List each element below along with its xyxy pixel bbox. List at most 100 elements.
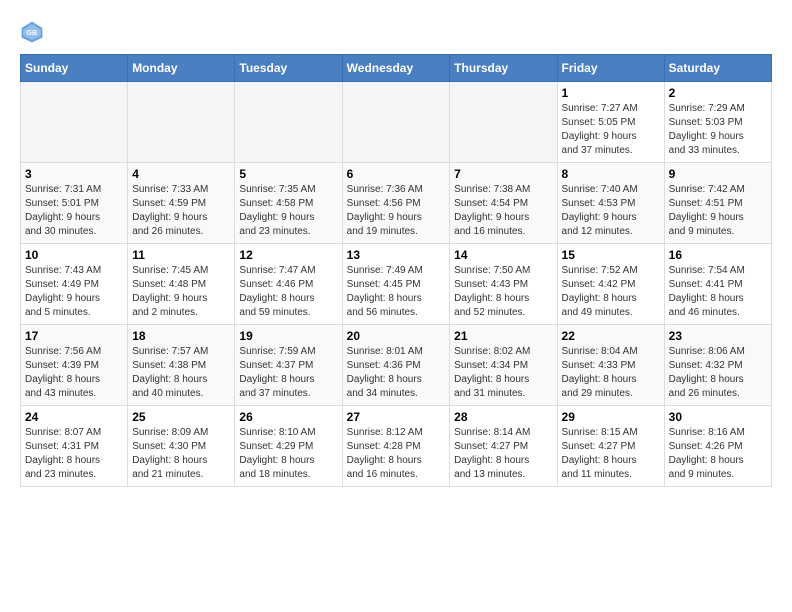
- calendar-cell: 2 Sunrise: 7:29 AM Sunset: 5:03 PM Daylig…: [664, 82, 771, 163]
- calendar-cell: [235, 82, 342, 163]
- calendar-cell: 21 Sunrise: 8:02 AM Sunset: 4:34 PM Dayli…: [450, 325, 557, 406]
- header: GB: [20, 20, 772, 44]
- day-number: 17: [25, 329, 123, 343]
- day-number: 30: [669, 410, 767, 424]
- logo: GB: [20, 20, 48, 44]
- calendar-cell: 20Sunrise: 8:01 AM Sunset: 4:36 PM Dayli…: [342, 325, 450, 406]
- day-info: Sunrise: 8:10 AM Sunset: 4:29 PM Dayligh…: [239, 426, 337, 482]
- day-info: Sunrise: 7:56 AM Sunset: 4:39 PM Dayligh…: [25, 345, 123, 401]
- calendar-cell: 13 Sunrise: 7:49 AM Sunset: 4:45 PM Dayli…: [342, 244, 450, 325]
- day-number: 29: [562, 410, 660, 424]
- day-number: 14: [454, 248, 552, 262]
- day-info: Sunrise: 8:12 AM Sunset: 4:28 PM Dayligh…: [347, 426, 446, 482]
- calendar-cell: [128, 82, 235, 163]
- calendar-cell: 5Sunrise: 7:35 AM Sunset: 4:58 PM Daylig…: [235, 163, 342, 244]
- calendar-cell: 28 Sunrise: 8:14 AM Sunset: 4:27 PM Dayli…: [450, 406, 557, 487]
- day-info: Sunrise: 7:47 AM Sunset: 4:46 PM Dayligh…: [239, 264, 337, 320]
- svg-text:GB: GB: [26, 28, 37, 37]
- day-info: Sunrise: 8:16 AM Sunset: 4:26 PM Dayligh…: [669, 426, 767, 482]
- calendar-cell: 6 Sunrise: 7:36 AM Sunset: 4:56 PM Daylig…: [342, 163, 450, 244]
- day-info: Sunrise: 8:14 AM Sunset: 4:27 PM Dayligh…: [454, 426, 552, 482]
- day-info: Sunrise: 7:33 AM Sunset: 4:59 PM Dayligh…: [132, 183, 230, 239]
- day-number: 26: [239, 410, 337, 424]
- calendar-cell: 4 Sunrise: 7:33 AM Sunset: 4:59 PM Daylig…: [128, 163, 235, 244]
- day-number: 19: [239, 329, 337, 343]
- day-info: Sunrise: 7:40 AM Sunset: 4:53 PM Dayligh…: [562, 183, 660, 239]
- calendar-cell: 15 Sunrise: 7:52 AM Sunset: 4:42 PM Dayli…: [557, 244, 664, 325]
- day-info: Sunrise: 8:07 AM Sunset: 4:31 PM Dayligh…: [25, 426, 123, 482]
- weekday-header-thursday: Thursday: [450, 55, 557, 82]
- calendar-cell: 14 Sunrise: 7:50 AM Sunset: 4:43 PM Dayli…: [450, 244, 557, 325]
- day-number: 24: [25, 410, 123, 424]
- calendar-cell: 16 Sunrise: 7:54 AM Sunset: 4:41 PM Dayli…: [664, 244, 771, 325]
- calendar: SundayMondayTuesdayWednesdayThursdayFrid…: [20, 54, 772, 487]
- calendar-cell: [450, 82, 557, 163]
- calendar-cell: 24 Sunrise: 8:07 AM Sunset: 4:31 PM Dayli…: [21, 406, 128, 487]
- day-info: Sunrise: 7:45 AM Sunset: 4:48 PM Dayligh…: [132, 264, 230, 320]
- day-number: 22: [562, 329, 660, 343]
- day-info: Sunrise: 7:27 AM Sunset: 5:05 PM Dayligh…: [562, 102, 660, 158]
- weekday-header-saturday: Saturday: [664, 55, 771, 82]
- day-number: 10: [25, 248, 123, 262]
- week-row-4: 17 Sunrise: 7:56 AM Sunset: 4:39 PM Dayli…: [21, 325, 772, 406]
- week-row-5: 24 Sunrise: 8:07 AM Sunset: 4:31 PM Dayli…: [21, 406, 772, 487]
- week-row-1: 1 Sunrise: 7:27 AM Sunset: 5:05 PM Daylig…: [21, 82, 772, 163]
- day-info: Sunrise: 7:57 AM Sunset: 4:38 PM Dayligh…: [132, 345, 230, 401]
- day-number: 15: [562, 248, 660, 262]
- day-number: 18: [132, 329, 230, 343]
- day-info: Sunrise: 8:02 AM Sunset: 4:34 PM Dayligh…: [454, 345, 552, 401]
- calendar-cell: [21, 82, 128, 163]
- weekday-header-sunday: Sunday: [21, 55, 128, 82]
- day-info: Sunrise: 8:15 AM Sunset: 4:27 PM Dayligh…: [562, 426, 660, 482]
- day-number: 21: [454, 329, 552, 343]
- day-info: Sunrise: 8:04 AM Sunset: 4:33 PM Dayligh…: [562, 345, 660, 401]
- day-number: 25: [132, 410, 230, 424]
- day-number: 16: [669, 248, 767, 262]
- day-info: Sunrise: 7:43 AM Sunset: 4:49 PM Dayligh…: [25, 264, 123, 320]
- day-info: Sunrise: 7:50 AM Sunset: 4:43 PM Dayligh…: [454, 264, 552, 320]
- calendar-cell: 12 Sunrise: 7:47 AM Sunset: 4:46 PM Dayli…: [235, 244, 342, 325]
- calendar-cell: 22 Sunrise: 8:04 AM Sunset: 4:33 PM Dayli…: [557, 325, 664, 406]
- day-number: 4: [132, 167, 230, 181]
- day-info: Sunrise: 7:52 AM Sunset: 4:42 PM Dayligh…: [562, 264, 660, 320]
- calendar-cell: 1 Sunrise: 7:27 AM Sunset: 5:05 PM Daylig…: [557, 82, 664, 163]
- calendar-cell: 27 Sunrise: 8:12 AM Sunset: 4:28 PM Dayli…: [342, 406, 450, 487]
- calendar-cell: 29 Sunrise: 8:15 AM Sunset: 4:27 PM Dayli…: [557, 406, 664, 487]
- day-info: Sunrise: 8:01 AM Sunset: 4:36 PM Dayligh…: [347, 345, 446, 401]
- day-number: 1: [562, 86, 660, 100]
- calendar-cell: 19Sunrise: 7:59 AM Sunset: 4:37 PM Dayli…: [235, 325, 342, 406]
- calendar-cell: 17 Sunrise: 7:56 AM Sunset: 4:39 PM Dayli…: [21, 325, 128, 406]
- calendar-cell: 30 Sunrise: 8:16 AM Sunset: 4:26 PM Dayli…: [664, 406, 771, 487]
- logo-icon: GB: [20, 20, 44, 44]
- day-info: Sunrise: 8:09 AM Sunset: 4:30 PM Dayligh…: [132, 426, 230, 482]
- day-info: Sunrise: 8:06 AM Sunset: 4:32 PM Dayligh…: [669, 345, 767, 401]
- day-info: Sunrise: 7:36 AM Sunset: 4:56 PM Dayligh…: [347, 183, 446, 239]
- day-number: 23: [669, 329, 767, 343]
- day-number: 7: [454, 167, 552, 181]
- calendar-cell: 26 Sunrise: 8:10 AM Sunset: 4:29 PM Dayli…: [235, 406, 342, 487]
- day-number: 27: [347, 410, 446, 424]
- calendar-cell: [342, 82, 450, 163]
- calendar-cell: 10 Sunrise: 7:43 AM Sunset: 4:49 PM Dayli…: [21, 244, 128, 325]
- calendar-cell: 9Sunrise: 7:42 AM Sunset: 4:51 PM Daylig…: [664, 163, 771, 244]
- day-info: Sunrise: 7:29 AM Sunset: 5:03 PM Dayligh…: [669, 102, 767, 158]
- calendar-cell: 23 Sunrise: 8:06 AM Sunset: 4:32 PM Dayli…: [664, 325, 771, 406]
- day-number: 13: [347, 248, 446, 262]
- weekday-header-wednesday: Wednesday: [342, 55, 450, 82]
- day-info: Sunrise: 7:31 AM Sunset: 5:01 PM Dayligh…: [25, 183, 123, 239]
- weekday-header-tuesday: Tuesday: [235, 55, 342, 82]
- day-number: 5: [239, 167, 337, 181]
- day-number: 12: [239, 248, 337, 262]
- calendar-cell: 3Sunrise: 7:31 AM Sunset: 5:01 PM Daylig…: [21, 163, 128, 244]
- day-number: 2: [669, 86, 767, 100]
- day-number: 8: [562, 167, 660, 181]
- day-info: Sunrise: 7:49 AM Sunset: 4:45 PM Dayligh…: [347, 264, 446, 320]
- calendar-cell: 11Sunrise: 7:45 AM Sunset: 4:48 PM Dayli…: [128, 244, 235, 325]
- weekday-header-monday: Monday: [128, 55, 235, 82]
- week-row-3: 10 Sunrise: 7:43 AM Sunset: 4:49 PM Dayli…: [21, 244, 772, 325]
- day-info: Sunrise: 7:54 AM Sunset: 4:41 PM Dayligh…: [669, 264, 767, 320]
- day-number: 9: [669, 167, 767, 181]
- day-number: 28: [454, 410, 552, 424]
- calendar-cell: 8 Sunrise: 7:40 AM Sunset: 4:53 PM Daylig…: [557, 163, 664, 244]
- day-number: 6: [347, 167, 446, 181]
